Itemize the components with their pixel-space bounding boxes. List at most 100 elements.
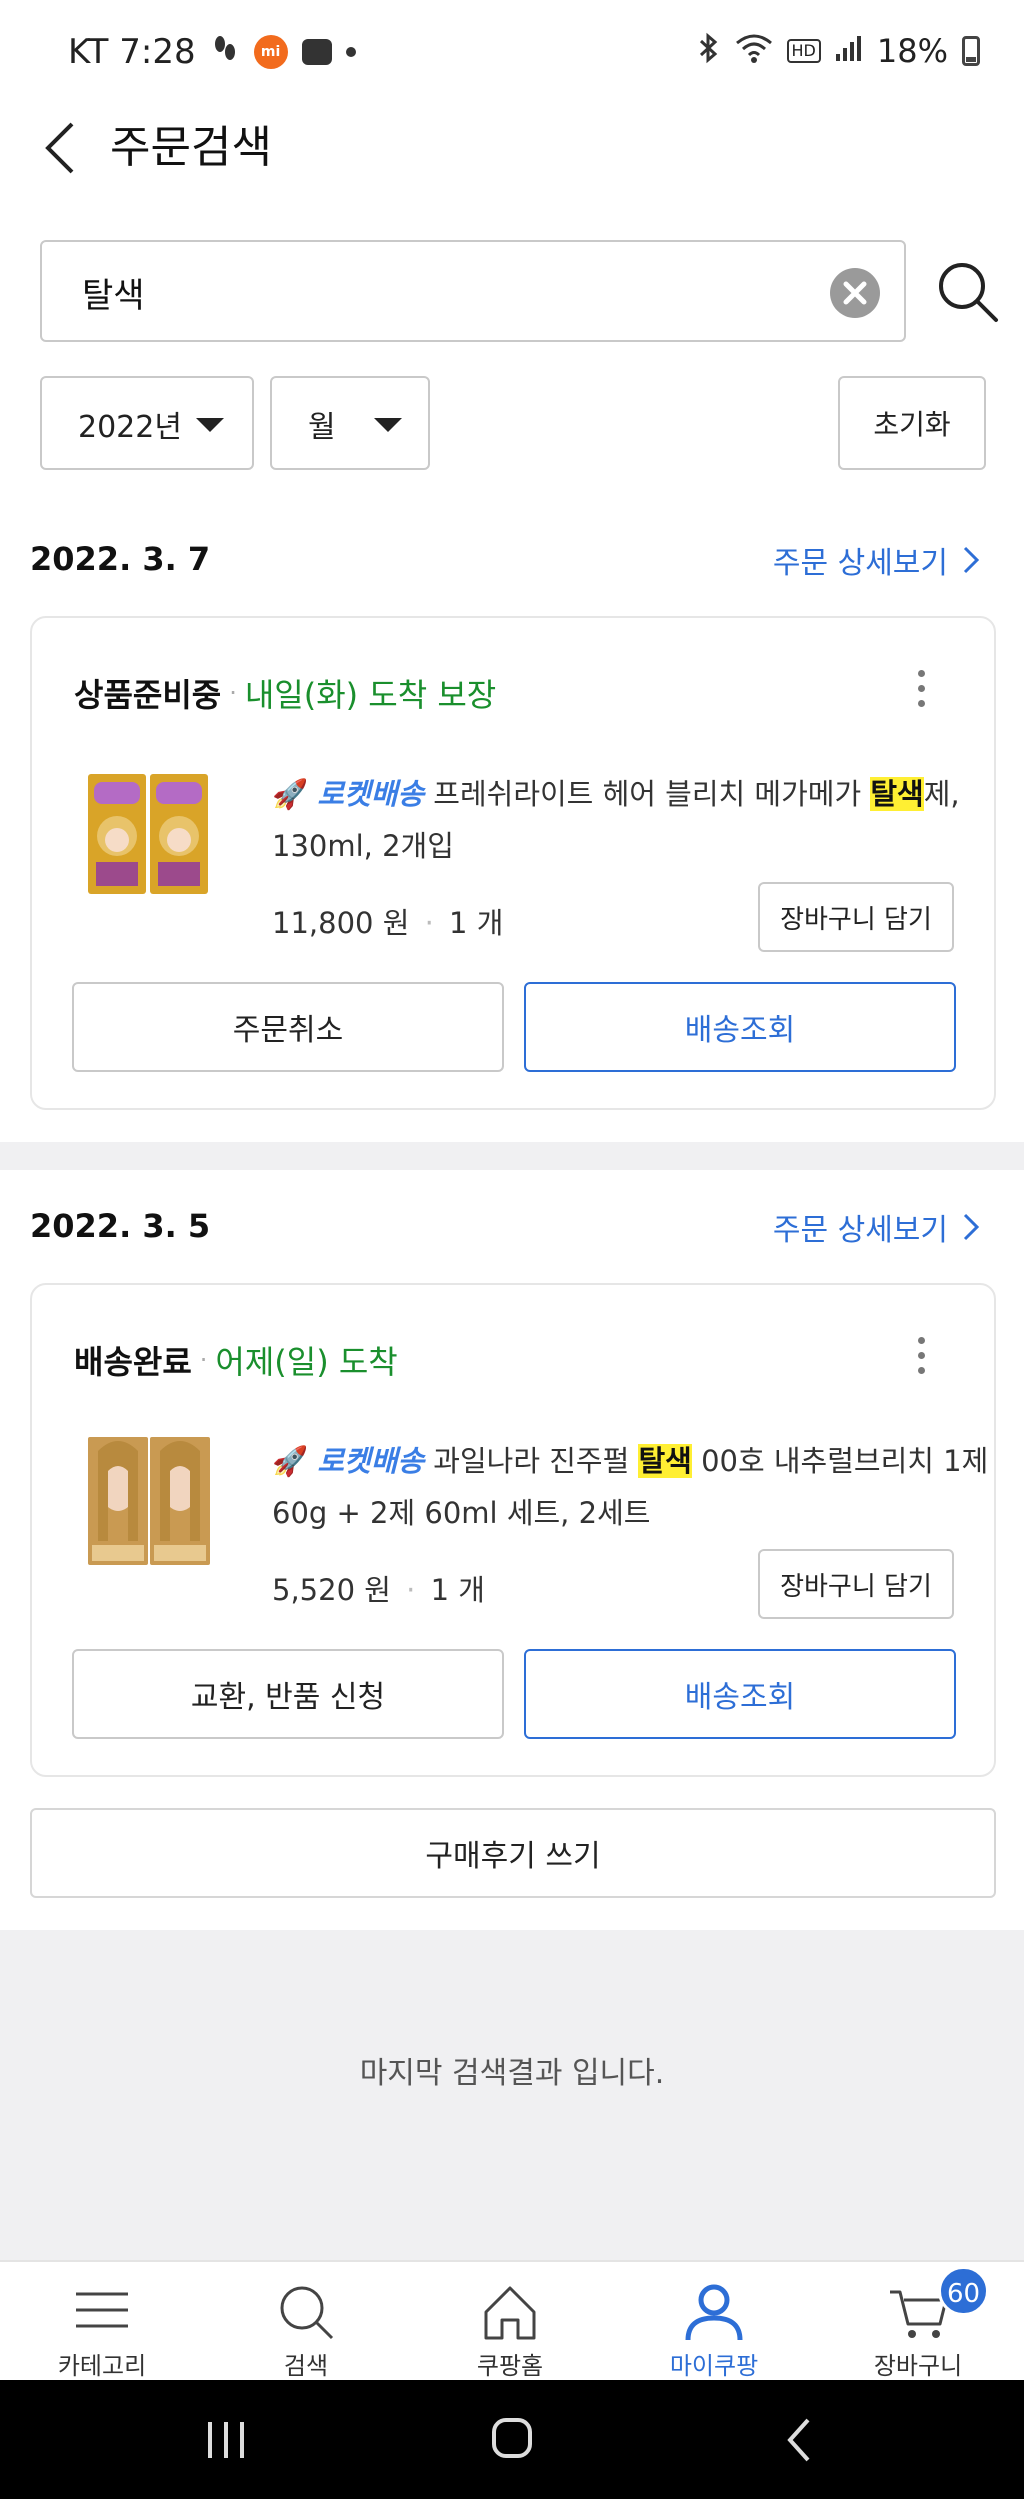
nav-cart[interactable]: 60 장바구니 xyxy=(816,2262,1020,2382)
delivery-status: 배송완료 · 어제(일) 도착 xyxy=(74,1337,398,1383)
footsteps-icon xyxy=(210,34,240,70)
order-date: 2022. 3. 7 xyxy=(30,540,211,578)
status-bar-right: HD 18% xyxy=(697,32,980,70)
nav-label: 장바구니 xyxy=(873,2352,963,2380)
order-detail-link[interactable]: 주문 상세보기 xyxy=(773,538,980,582)
price-quantity: 11,800 원 · 1 개 xyxy=(272,900,503,942)
search-field[interactable] xyxy=(40,240,906,342)
month-select[interactable]: 월 xyxy=(270,376,430,470)
product-title[interactable]: 🚀 로켓배송 과일나라 진주펄 탈색 00호 내추럴브리치 1제 60g + 2… xyxy=(272,1435,992,1539)
search-highlight: 탈색 xyxy=(870,777,924,811)
price-separator: · xyxy=(406,1573,416,1607)
order-status: 배송완료 xyxy=(74,1343,192,1381)
battery-percent: 18% xyxy=(876,32,948,70)
chat-icon xyxy=(301,39,332,65)
recent-apps-icon xyxy=(208,2422,244,2458)
price-separator: · xyxy=(424,906,434,940)
product-price: 5,520 원 xyxy=(272,1573,391,1607)
cart-count-badge: 60 xyxy=(938,2266,990,2316)
rocket-delivery-label: 로켓배송 xyxy=(317,777,425,811)
product-thumbnail[interactable] xyxy=(84,1421,214,1581)
product-image-icon xyxy=(88,1437,210,1565)
year-select-value: 2022년 xyxy=(78,410,182,445)
track-delivery-button[interactable]: 배송조회 xyxy=(524,982,956,1072)
exchange-return-button[interactable]: 교환, 반품 신청 xyxy=(72,1649,504,1739)
hd-voice-icon: HD xyxy=(786,39,821,63)
track-delivery-button[interactable]: 배송조회 xyxy=(524,1649,956,1739)
back-arrow-icon xyxy=(787,2418,810,2462)
end-message: 마지막 검색결과 입니다. xyxy=(359,2056,665,2091)
system-navigation-bar xyxy=(0,2380,1024,2499)
product-price: 11,800 원 xyxy=(272,906,410,940)
order-card: 배송완료 · 어제(일) 도착 🚀 로켓배송 과일나라 진주펄 탈색 00호 내… xyxy=(30,1283,996,1777)
close-icon xyxy=(843,281,867,305)
wifi-icon xyxy=(735,33,773,69)
nav-search[interactable]: 검색 xyxy=(204,2262,408,2382)
signal-icon xyxy=(835,34,863,68)
clear-search-button[interactable] xyxy=(830,268,880,318)
cancel-order-button[interactable]: 주문취소 xyxy=(72,982,504,1072)
arrival-info: 어제(일) 도착 xyxy=(215,1343,398,1381)
chevron-left-icon xyxy=(45,122,74,174)
price-quantity: 5,520 원 · 1 개 xyxy=(272,1567,485,1609)
chevron-right-icon xyxy=(963,1213,980,1241)
status-bar-left: KT 7:28 mi xyxy=(68,32,356,72)
order-detail-link[interactable]: 주문 상세보기 xyxy=(773,1205,980,1249)
back-system-button[interactable] xyxy=(770,2412,830,2468)
order-date: 2022. 3. 5 xyxy=(30,1207,211,1245)
order-status: 상품준비중 xyxy=(74,676,222,714)
home-circle-icon xyxy=(492,2418,532,2458)
nav-my-coupang[interactable]: 마이쿠팡 xyxy=(612,2262,816,2382)
product-image-icon xyxy=(88,774,208,894)
more-options-button[interactable] xyxy=(914,670,928,718)
nav-home[interactable]: 쿠팡홈 xyxy=(408,2262,612,2382)
chevron-right-icon xyxy=(963,546,980,574)
order-detail-link-label: 주문 상세보기 xyxy=(772,546,948,581)
year-select[interactable]: 2022년 xyxy=(40,376,254,470)
notification-dot-icon xyxy=(345,47,356,57)
app-header: 주문검색 xyxy=(0,100,1024,200)
page-title: 주문검색 xyxy=(110,122,272,173)
mi-app-icon: mi xyxy=(253,35,288,69)
caret-down-icon xyxy=(196,418,224,432)
status-bar: KT 7:28 mi HD 18% xyxy=(0,0,1024,100)
month-select-value: 월 xyxy=(308,410,336,445)
add-to-cart-button[interactable]: 장바구니 담기 xyxy=(758,882,954,952)
rocket-icon: 🚀 xyxy=(272,777,309,811)
delivery-status: 상품준비중 · 내일(화) 도착 보장 xyxy=(74,670,496,716)
search-icon xyxy=(280,2286,334,2340)
search-highlight: 탈색 xyxy=(638,1444,692,1478)
more-options-button[interactable] xyxy=(914,1337,928,1385)
bottom-navigation: 카테고리 검색 쿠팡홈 마이쿠팡 60 장바구니 xyxy=(0,2260,1024,2380)
search-icon xyxy=(939,263,998,322)
recent-apps-button[interactable] xyxy=(196,2412,256,2468)
section-divider xyxy=(0,1142,1024,1170)
product-title[interactable]: 🚀 로켓배송 프레쉬라이트 헤어 블리치 메가메가 탈색제, 130ml, 2개… xyxy=(272,768,992,872)
nav-label: 카테고리 xyxy=(57,2352,147,2380)
order-card: 상품준비중 · 내일(화) 도착 보장 🚀 로켓배송 프레쉬라이트 헤어 블리치… xyxy=(30,616,996,1110)
product-thumbnail[interactable] xyxy=(84,754,214,914)
add-to-cart-button[interactable]: 장바구니 담기 xyxy=(758,1549,954,1619)
home-icon xyxy=(484,2286,536,2340)
nav-label: 쿠팡홈 xyxy=(476,2352,544,2380)
home-system-button[interactable] xyxy=(482,2412,542,2468)
search-button[interactable] xyxy=(934,258,1002,326)
reset-button[interactable]: 초기화 xyxy=(838,376,986,470)
user-icon xyxy=(685,2284,743,2341)
carrier-time: KT 7:28 xyxy=(68,32,196,72)
write-review-button[interactable]: 구매후기 쓰기 xyxy=(30,1808,996,1898)
caret-down-icon xyxy=(374,418,402,432)
status-separator: · xyxy=(199,1346,208,1374)
nav-label: 마이쿠팡 xyxy=(669,2352,759,2380)
product-quantity: 1 개 xyxy=(430,1573,485,1607)
back-button[interactable] xyxy=(36,118,96,178)
nav-label: 검색 xyxy=(283,2352,329,2380)
rocket-icon: 🚀 xyxy=(272,1444,309,1478)
battery-icon xyxy=(962,36,980,66)
product-title-text: 과일나라 진주펄 xyxy=(433,1444,639,1478)
status-separator: · xyxy=(229,679,237,707)
bluetooth-icon xyxy=(697,32,721,70)
arrival-info: 내일(화) 도착 보장 xyxy=(244,676,497,714)
search-input[interactable] xyxy=(82,264,802,320)
nav-category[interactable]: 카테고리 xyxy=(0,2262,204,2382)
